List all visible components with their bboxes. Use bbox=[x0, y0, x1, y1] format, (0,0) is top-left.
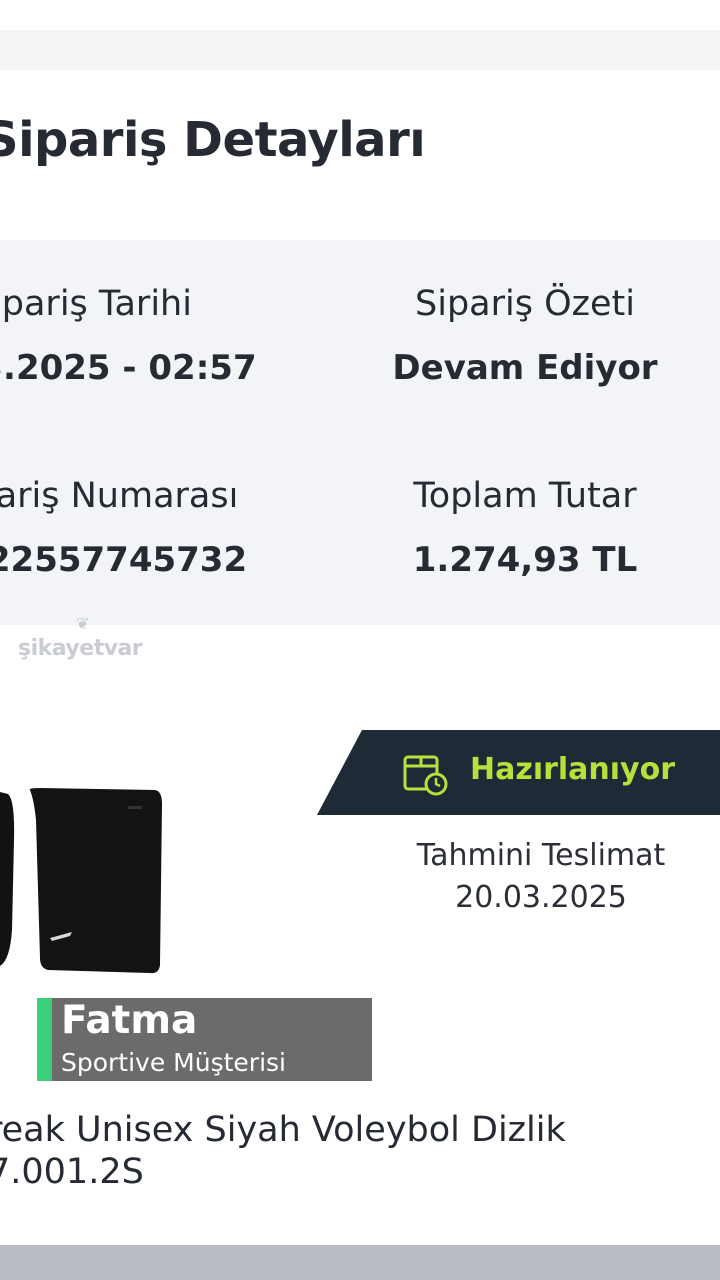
watermark-logo-icon: ❦ bbox=[76, 614, 89, 633]
order-summary-label: Sipariş Özeti bbox=[415, 284, 635, 324]
speaker-name: Fatma bbox=[61, 998, 198, 1043]
order-number-value: 22557745732 bbox=[0, 540, 248, 580]
name-tag-accent bbox=[37, 998, 52, 1081]
watermark: ❦ şikayetvar bbox=[18, 614, 144, 666]
top-band bbox=[0, 30, 720, 70]
order-total-value: 1.274,93 TL bbox=[412, 540, 638, 580]
shipment-status-label: Hazırlanıyor bbox=[470, 752, 676, 787]
product-name[interactable]: reak Unisex Siyah Voleybol Dizlik bbox=[0, 1110, 566, 1150]
product-code: 7.001.2S bbox=[0, 1152, 144, 1192]
watermark-text: şikayetvar bbox=[18, 636, 143, 661]
shipment-status-banner: Hazırlanıyor bbox=[317, 730, 720, 815]
order-number-label: ariş Numarası bbox=[0, 476, 239, 516]
speaker-role: Sportive Müşterisi bbox=[61, 1048, 286, 1077]
bottom-bar bbox=[0, 1245, 720, 1280]
top-strip bbox=[0, 0, 720, 30]
order-summary-value: Devam Ediyor bbox=[392, 348, 658, 388]
product-image[interactable] bbox=[0, 780, 180, 980]
estimated-delivery-date: 20.03.2025 bbox=[455, 880, 627, 915]
page-title: Sipariş Detayları bbox=[0, 112, 426, 168]
estimated-delivery-label: Tahmini Teslimat bbox=[416, 838, 666, 873]
speaker-name-tag: Fatma Sportive Müşterisi bbox=[37, 998, 372, 1081]
package-clock-icon bbox=[403, 755, 448, 796]
order-date-value: 3.2025 - 02:57 bbox=[0, 348, 257, 388]
order-date-label: ipariş Tarihi bbox=[0, 284, 192, 324]
order-total-label: Toplam Tutar bbox=[413, 476, 637, 516]
